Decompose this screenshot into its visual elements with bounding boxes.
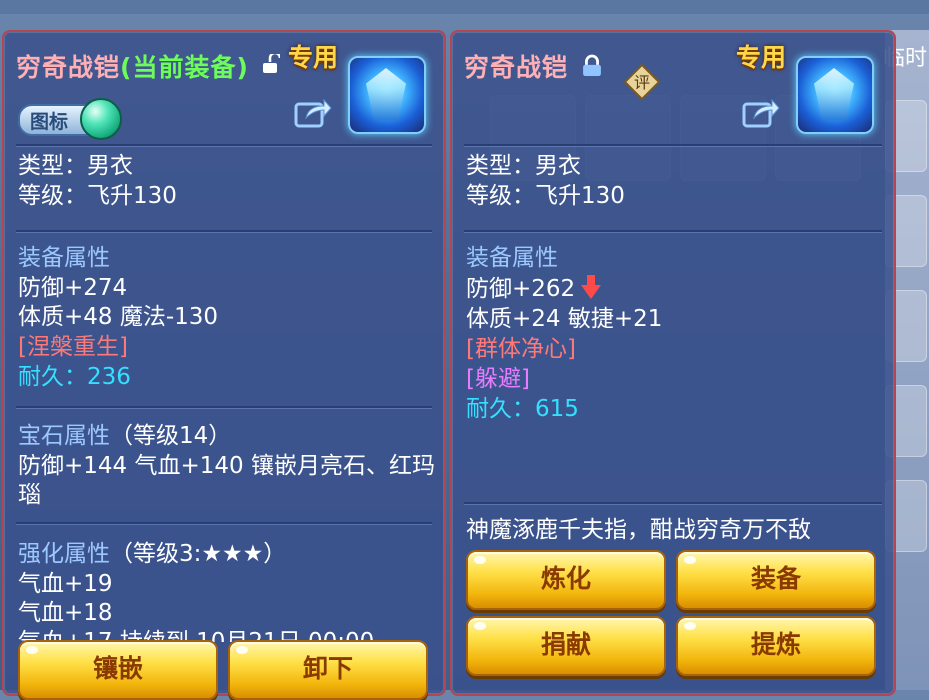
durability-line: 耐久：615 — [466, 395, 579, 424]
durability-value: 236 — [87, 364, 131, 390]
exclusive-label: 专用 — [736, 43, 787, 72]
donate-button[interactable]: 捐献 — [466, 616, 666, 676]
divider — [16, 144, 432, 146]
level-line: 等级：飞升130 — [18, 183, 177, 209]
extract-button[interactable]: 提炼 — [676, 616, 876, 676]
armor-item-icon — [796, 56, 874, 134]
unlock-icon[interactable] — [262, 54, 280, 74]
enhance-level: （等级3:★★★） — [110, 541, 287, 567]
gem-description: 防御+144 气血+140 镶嵌月亮石、红玛瑙 — [18, 453, 435, 508]
rating-text: 评 — [634, 73, 650, 92]
item-title: 穷奇战铠(当前装备) — [16, 48, 249, 84]
durability-value: 615 — [535, 396, 579, 422]
defense-stat: 防御+262 — [466, 274, 602, 304]
flavor-text: 神魔涿鹿千夫指，酣战穷奇万不敌 — [466, 517, 811, 543]
special-skill: [躲避] — [466, 366, 530, 392]
enhance-heading-label: 强化属性 — [18, 541, 110, 567]
unequip-button[interactable]: 卸下 — [228, 640, 428, 700]
attribute-stats: 体质+24 敏捷+21 — [466, 306, 663, 332]
current-equip-tag: (当前装备) — [120, 53, 249, 82]
divider — [16, 406, 432, 408]
gem-heading: 宝石属性（等级14） — [18, 422, 231, 451]
type-line: 类型：男衣 — [18, 153, 133, 179]
item-title: 穷奇战铠 — [464, 53, 569, 82]
defense-stat: 防御+274 — [18, 275, 128, 301]
rating-icon[interactable]: 评 — [624, 64, 660, 100]
decrease-arrow-icon — [581, 275, 602, 299]
special-effect: [群体净心] — [466, 336, 576, 362]
gem-heading-label: 宝石属性 — [18, 423, 110, 449]
equip-attr-heading: 装备属性 — [18, 245, 110, 271]
enhance-line-2: 气血+18 — [18, 600, 113, 626]
exclusive-label: 专用 — [288, 43, 339, 72]
refine-button[interactable]: 炼化 — [466, 550, 666, 610]
compare-item-tooltip: 穷奇战铠 评 专用 类型：男衣 等级：飞升130 装备属性 防御+262 体质+… — [450, 30, 896, 696]
top-bar — [0, 0, 929, 14]
lock-icon[interactable] — [582, 54, 602, 78]
equipped-item-tooltip: 穷奇战铠(当前装备) 专用 图标 类型：男衣 等级：飞升130 装备属性 防御+… — [2, 30, 446, 700]
divider — [16, 230, 432, 232]
enhance-line-1: 气血+19 — [18, 571, 113, 597]
divider — [464, 230, 882, 232]
durability-label: 耐久： — [18, 364, 87, 390]
durability-line: 耐久：236 — [18, 363, 131, 392]
level-line: 等级：飞升130 — [466, 183, 625, 209]
equip-button[interactable]: 装备 — [676, 550, 876, 610]
inlay-button[interactable]: 镶嵌 — [18, 640, 218, 700]
divider — [16, 522, 432, 524]
attribute-stats: 体质+48 魔法-130 — [18, 304, 219, 330]
defense-value: 防御+262 — [466, 276, 576, 302]
gem-level: （等级14） — [110, 423, 232, 449]
divider — [464, 144, 882, 146]
durability-label: 耐久： — [466, 396, 535, 422]
item-name: 穷奇战铠 — [16, 53, 121, 82]
type-line: 类型：男衣 — [466, 153, 581, 179]
green-orb-icon — [80, 98, 122, 140]
icon-toggle-label: 图标 — [30, 111, 69, 133]
special-effect: [涅槃重生] — [18, 334, 128, 360]
icon-toggle[interactable]: 图标 — [18, 98, 122, 140]
armor-item-icon — [348, 56, 426, 134]
divider — [464, 502, 882, 504]
share-icon[interactable] — [742, 96, 780, 128]
enhance-heading: 强化属性（等级3:★★★） — [18, 540, 286, 569]
equip-attr-heading: 装备属性 — [466, 245, 558, 271]
share-icon[interactable] — [294, 96, 332, 128]
